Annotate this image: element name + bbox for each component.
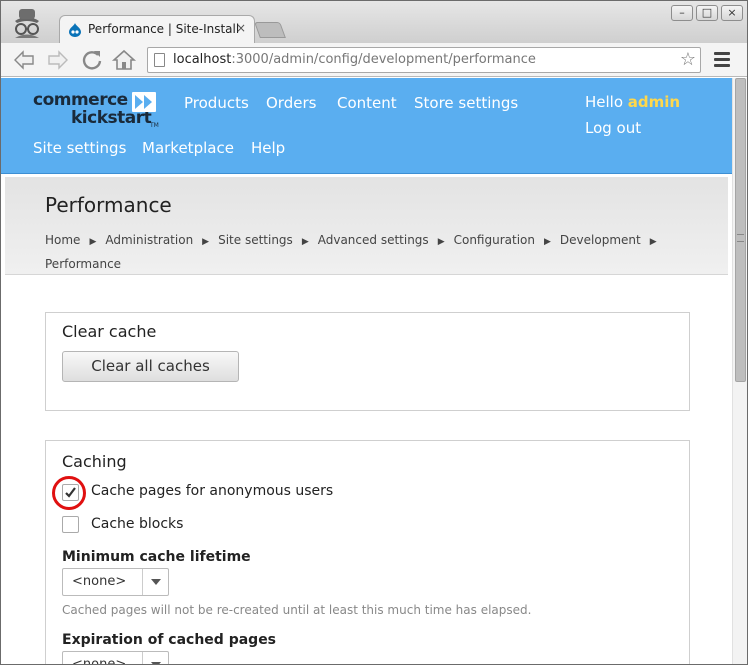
forward-arrow-icon[interactable]	[45, 47, 71, 73]
nav-content[interactable]: Content	[337, 94, 397, 112]
browser-menu-icon[interactable]	[714, 52, 730, 68]
back-arrow-icon[interactable]	[11, 47, 37, 73]
page-icon	[154, 53, 165, 67]
bookmark-star-icon[interactable]: ☆	[680, 49, 696, 70]
address-bar[interactable]: localhost:3000/admin/config/development/…	[147, 47, 701, 73]
nav-products[interactable]: Products	[184, 94, 249, 112]
reload-icon[interactable]	[79, 47, 105, 73]
breadcrumb-home[interactable]: Home	[45, 233, 80, 247]
minimize-button[interactable]: –	[671, 5, 693, 21]
nav-store-settings[interactable]: Store settings	[414, 94, 518, 112]
caching-fieldset: Caching Cache pages for anonymous users …	[45, 440, 690, 665]
chevron-down-icon	[142, 569, 168, 595]
nav-site-settings[interactable]: Site settings	[33, 139, 126, 157]
nav-marketplace[interactable]: Marketplace	[142, 139, 234, 157]
cache-blocks-label[interactable]: Cache blocks	[91, 516, 183, 532]
min-cache-lifetime-description: Cached pages will not be re-created unti…	[62, 603, 532, 617]
logo-fast-forward-icon	[132, 92, 156, 112]
nav-orders[interactable]: Orders	[266, 94, 316, 112]
scrollbar-grip	[737, 234, 744, 242]
select-value: <none>	[72, 657, 127, 665]
page-title-region: Performance Home ▶ Administration ▶ Site set…	[5, 177, 728, 275]
browser-tab-active[interactable]: Performance | Site-Install ×	[59, 15, 255, 43]
breadcrumb-advanced-settings[interactable]: Advanced settings	[318, 233, 429, 247]
cache-pages-label[interactable]: Cache pages for anonymous users	[91, 483, 333, 499]
clear-cache-legend: Clear cache	[62, 322, 157, 341]
user-name-link[interactable]: admin	[628, 93, 680, 111]
page-viewport: commerce kickstart TM Products Orders Co…	[1, 78, 732, 665]
page-title: Performance	[45, 193, 172, 217]
expiration-select[interactable]: <none>	[62, 651, 169, 665]
tab-close-icon[interactable]: ×	[236, 21, 246, 35]
home-icon[interactable]	[111, 47, 137, 73]
breadcrumb-configuration[interactable]: Configuration	[454, 233, 535, 247]
clear-all-caches-button[interactable]: Clear all caches	[62, 351, 239, 382]
tab-title: Performance | Site-Install	[88, 22, 240, 36]
breadcrumb: Home ▶ Administration ▶ Site settings ▶ Advanc…	[45, 233, 657, 271]
title-bar: Performance | Site-Install × – □ ×	[1, 1, 747, 43]
nav-help[interactable]: Help	[251, 139, 285, 157]
logout-link[interactable]: Log out	[585, 119, 641, 137]
vertical-scrollbar[interactable]	[732, 78, 747, 664]
breadcrumb-site-settings[interactable]: Site settings	[218, 233, 293, 247]
site-header: commerce kickstart TM Products Orders Co…	[1, 78, 732, 174]
drupal-favicon-icon	[69, 23, 81, 37]
scrollbar-thumb[interactable]	[735, 78, 746, 382]
min-cache-lifetime-label: Minimum cache lifetime	[62, 549, 251, 565]
url-text: localhost:3000/admin/config/development/…	[173, 52, 536, 67]
cache-blocks-checkbox[interactable]	[62, 516, 79, 533]
browser-window: Performance | Site-Install × – □ × local…	[0, 0, 748, 665]
expiration-label: Expiration of cached pages	[62, 632, 277, 648]
breadcrumb-administration[interactable]: Administration	[105, 233, 193, 247]
breadcrumb-development[interactable]: Development	[560, 233, 641, 247]
incognito-icon	[15, 9, 39, 38]
min-cache-lifetime-select[interactable]: <none>	[62, 568, 169, 596]
commerce-kickstart-logo[interactable]: commerce kickstart TM	[33, 86, 163, 129]
clear-cache-fieldset: Clear cache Clear all caches	[45, 312, 690, 411]
select-value: <none>	[72, 574, 127, 589]
caching-legend: Caching	[62, 452, 127, 471]
new-tab-button[interactable]	[254, 22, 286, 38]
breadcrumb-performance[interactable]: Performance	[45, 257, 121, 271]
chevron-down-icon	[142, 652, 168, 664]
close-window-button[interactable]: ×	[721, 5, 743, 21]
user-greeting: Hello admin	[585, 93, 681, 111]
browser-toolbar: localhost:3000/admin/config/development/…	[1, 43, 747, 77]
highlight-circle	[52, 476, 86, 510]
maximize-button[interactable]: □	[696, 5, 718, 21]
